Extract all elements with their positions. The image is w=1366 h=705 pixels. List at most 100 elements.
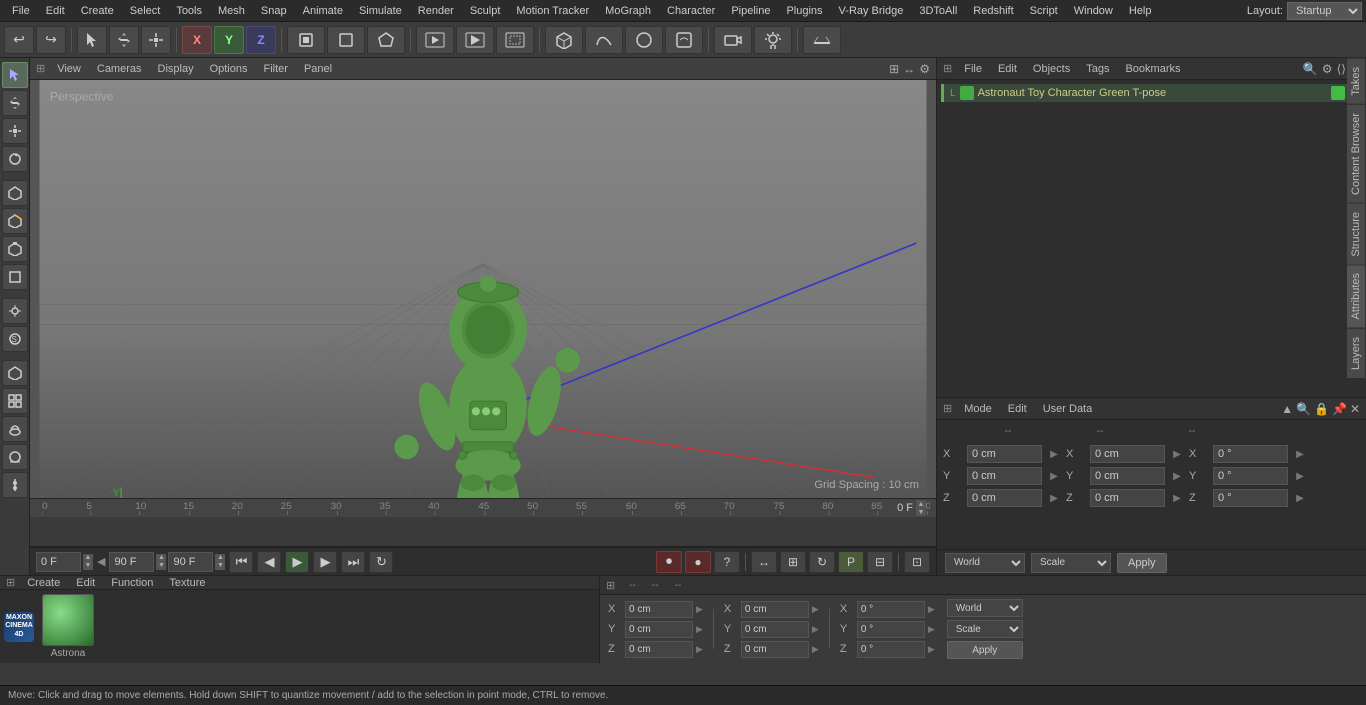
viewport-options-menu[interactable]: Options [206, 63, 252, 75]
menu-edit[interactable]: Edit [38, 0, 73, 21]
timeline-rot-button[interactable]: ↻ [809, 551, 835, 573]
loop-start-input[interactable] [168, 552, 213, 572]
z-axis-button[interactable]: Z [246, 26, 276, 54]
poly-object-tool[interactable] [2, 180, 28, 206]
sculpt-tool[interactable] [2, 416, 28, 442]
scale-dropdown[interactable]: Scale Size [947, 620, 1023, 638]
current-frame-input[interactable] [36, 552, 81, 572]
light-button[interactable] [754, 26, 792, 54]
coord-y-input[interactable] [625, 621, 693, 638]
current-frame-up[interactable]: ▲ [83, 554, 93, 562]
menu-plugins[interactable]: Plugins [778, 0, 830, 21]
coord-y-stepper[interactable]: ▶ [696, 624, 703, 635]
coord-rx-input[interactable] [857, 601, 925, 618]
menu-file[interactable]: File [4, 0, 38, 21]
deformer-button[interactable] [665, 26, 703, 54]
undo-button[interactable]: ↩ [4, 26, 34, 54]
om-edit-menu[interactable]: Edit [994, 63, 1021, 75]
world-dropdown[interactable]: World Object [947, 599, 1023, 617]
edge-mode-button[interactable] [327, 26, 365, 54]
attr-y2-arrow[interactable]: ▶ [1169, 471, 1185, 482]
menu-help[interactable]: Help [1121, 0, 1160, 21]
end-frame-up[interactable]: ▲ [156, 554, 166, 562]
attr-x-size[interactable] [1090, 445, 1165, 463]
timeline-keyframe-button[interactable]: ⊡ [904, 551, 930, 573]
mat-edit-menu[interactable]: Edit [72, 577, 99, 589]
render-button[interactable] [456, 26, 494, 54]
attr-userdata-menu[interactable]: User Data [1039, 403, 1097, 415]
menu-snap[interactable]: Snap [253, 0, 295, 21]
viewport-arrows-icon[interactable]: ↔ [903, 62, 915, 76]
layout-select[interactable]: Startup Standard Animate [1287, 2, 1362, 20]
x-axis-button[interactable]: X [182, 26, 212, 54]
timeline-ruler[interactable]: 0 5 10 15 20 25 30 35 40 45 50 [30, 499, 936, 517]
om-file-menu[interactable]: File [960, 63, 986, 75]
step-next-button[interactable]: ▶ [313, 551, 337, 573]
apply-coords-button[interactable]: Apply [947, 641, 1023, 659]
uv-tool[interactable] [2, 264, 28, 290]
mat-function-menu[interactable]: Function [107, 577, 157, 589]
record-button[interactable]: ⏺ [656, 551, 682, 573]
om-search-icon[interactable]: 🔍 [1303, 62, 1318, 76]
coord-sy-input[interactable] [741, 621, 809, 638]
world-select[interactable]: World Object [945, 553, 1025, 573]
mirror-tool[interactable] [2, 360, 28, 386]
attr-y-rot[interactable] [1213, 467, 1288, 485]
coord-sx-stepper[interactable]: ▶ [812, 604, 819, 615]
coord-z-stepper[interactable]: ▶ [696, 644, 703, 655]
coord-x-input[interactable] [625, 601, 693, 618]
menu-3dtoall[interactable]: 3DToAll [911, 0, 965, 21]
coord-ry-stepper[interactable]: ▶ [928, 624, 935, 635]
attr-search-icon[interactable]: 🔍 [1296, 402, 1311, 416]
apply-button[interactable]: Apply [1117, 553, 1167, 573]
om-bookmarks-menu[interactable]: Bookmarks [1121, 63, 1184, 75]
attr-x-pos[interactable] [967, 445, 1042, 463]
menu-redshift[interactable]: Redshift [965, 0, 1021, 21]
coord-rz-stepper[interactable]: ▶ [928, 644, 935, 655]
coord-sy-stepper[interactable]: ▶ [812, 624, 819, 635]
viewport-panel-menu[interactable]: Panel [300, 63, 336, 75]
go-end-button[interactable]: ⏭ [341, 551, 365, 573]
om-tags-menu[interactable]: Tags [1082, 63, 1113, 75]
loop-start-up[interactable]: ▲ [215, 554, 225, 562]
layers-tab[interactable]: Layers [1347, 328, 1366, 378]
attr-mode-menu[interactable]: Mode [960, 403, 996, 415]
end-frame-input[interactable] [109, 552, 154, 572]
attr-y-pos[interactable] [967, 467, 1042, 485]
camera-button[interactable] [714, 26, 752, 54]
coord-sx-input[interactable] [741, 601, 809, 618]
object-color-dot[interactable] [1331, 86, 1345, 100]
scale-tool[interactable] [2, 118, 28, 144]
viewport-view-menu[interactable]: View [53, 63, 85, 75]
material-item[interactable]: Astrona [42, 594, 94, 659]
snap-tool[interactable] [2, 298, 28, 324]
rotate-tool[interactable] [2, 146, 28, 172]
floor-button[interactable] [803, 26, 841, 54]
step-back-button[interactable]: ◀ [257, 551, 281, 573]
om-objects-menu[interactable]: Objects [1029, 63, 1074, 75]
mat-texture-menu[interactable]: Texture [165, 577, 209, 589]
grid-tool[interactable] [2, 388, 28, 414]
om-arrow-icon[interactable]: ⟨⟩ [1337, 62, 1346, 76]
timeline-settings-button[interactable]: ? [714, 551, 740, 573]
attr-x3-arrow[interactable]: ▶ [1292, 449, 1308, 460]
current-frame-down[interactable]: ▼ [83, 562, 93, 570]
scale-select[interactable]: Scale Size [1031, 553, 1111, 573]
coord-rx-stepper[interactable]: ▶ [928, 604, 935, 615]
attr-y-size[interactable] [1090, 467, 1165, 485]
attr-y-arrow[interactable]: ▶ [1046, 471, 1062, 482]
spline-button[interactable] [585, 26, 623, 54]
object-mode-button[interactable] [287, 26, 325, 54]
move-tool-button[interactable] [109, 26, 139, 54]
coord-z-input[interactable] [625, 641, 693, 658]
timeline-move-button[interactable]: ↔ [751, 551, 777, 573]
select-tool-button[interactable] [77, 26, 107, 54]
attr-z3-arrow[interactable]: ▶ [1292, 493, 1308, 504]
menu-motion-tracker[interactable]: Motion Tracker [508, 0, 597, 21]
coord-x-stepper[interactable]: ▶ [696, 604, 703, 615]
paint-tool[interactable]: S [2, 326, 28, 352]
menu-sculpt[interactable]: Sculpt [462, 0, 509, 21]
frame-down-btn[interactable]: ▼ [916, 508, 926, 516]
timeline-grid-button[interactable]: ⊟ [867, 551, 893, 573]
menu-tools[interactable]: Tools [168, 0, 210, 21]
